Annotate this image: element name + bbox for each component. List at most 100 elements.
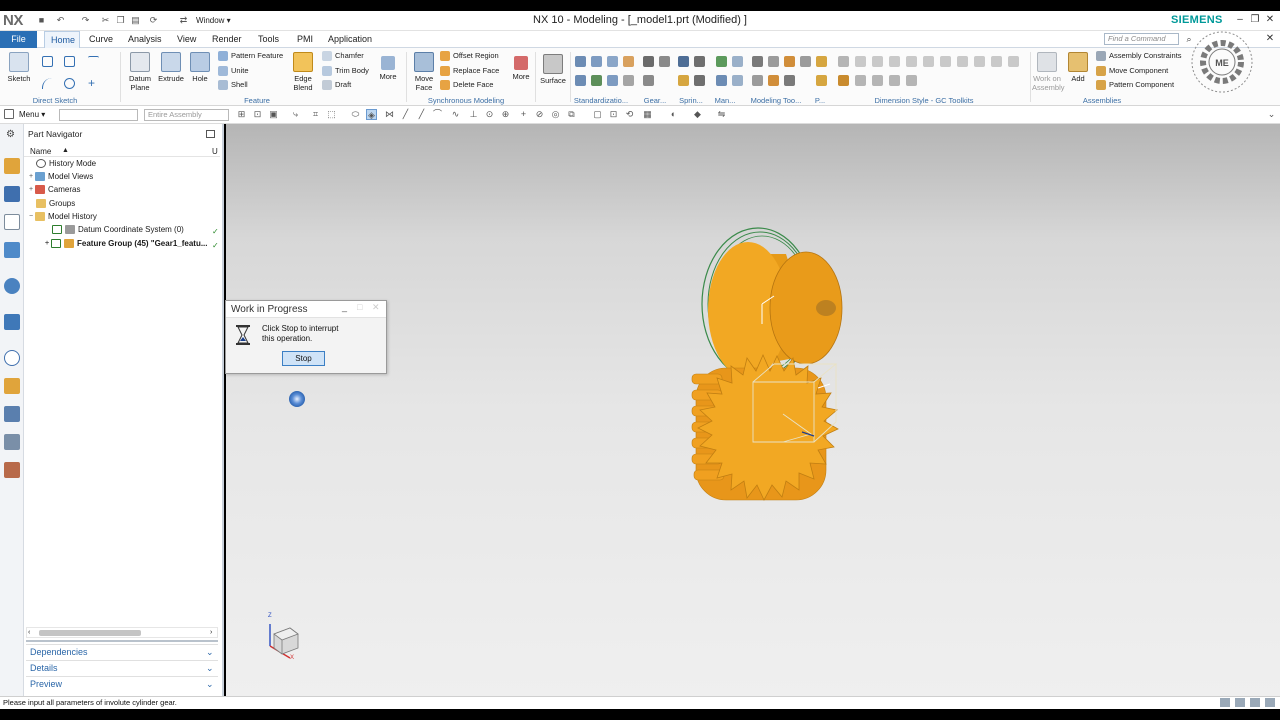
menu-button[interactable]: Menu ▾ [19,108,45,121]
dimension-style-icon[interactable] [838,56,849,67]
fit-view-icon[interactable]: ▢ [592,109,603,120]
manufacturing-wizards-icon[interactable] [4,434,20,450]
scroll-right-icon[interactable]: › [210,629,212,636]
chamfer-button[interactable]: Chamfer [322,50,364,62]
tab-file[interactable]: File [0,31,37,48]
dimension-style-icon[interactable] [889,56,900,67]
selection-filter-icon[interactable]: ⊡ [252,109,263,120]
details-panel[interactable]: Details ⌄ [26,660,218,675]
modeling-tool-icon[interactable] [768,75,779,86]
snap-icon[interactable]: ⬭ [350,109,361,120]
rotate-icon[interactable]: ⟲ [624,109,635,120]
tree-row[interactable]: Groups [24,197,218,210]
collapse-icon[interactable]: − [27,210,35,223]
minimize-icon[interactable]: _ [342,302,347,312]
chevron-down-icon[interactable]: ⌄ [1266,109,1277,120]
dimension-style-icon[interactable] [923,56,934,67]
offset-region-button[interactable]: Offset Region [440,50,499,62]
tab-application[interactable]: Application [322,31,378,48]
system-materials-icon[interactable] [4,378,20,394]
pattern-feature-button[interactable]: Pattern Feature [218,50,283,62]
type-filter-dropdown[interactable] [59,109,138,121]
zoom-icon[interactable]: ⊡ [608,109,619,120]
assembly-navigator-icon[interactable] [4,158,20,174]
tree-row[interactable]: + Feature Group (45) "Gear1_featu... [24,237,218,250]
snap-point-icon[interactable]: ◎ [550,109,561,120]
orient-view-icon[interactable]: ▦ [642,109,653,120]
move-face-button[interactable]: Move Face [410,52,438,92]
draft-button[interactable]: Draft [322,79,351,91]
modeling-tool-icon[interactable] [800,56,811,67]
tab-analysis[interactable]: Analysis [122,31,168,48]
gear-settings-icon[interactable]: ⚙ [6,129,15,140]
snap-icon[interactable]: ⋈ [384,109,395,120]
manufacturing-tool-icon[interactable] [732,75,743,86]
tree-row[interactable]: + Model Views [24,170,218,183]
standardization-icon[interactable] [607,75,618,86]
snap-point-icon[interactable]: ⊘ [534,109,545,120]
modeling-tool-icon[interactable] [752,75,763,86]
work-layer-icon[interactable]: ⇋ [716,109,727,120]
selection-filter-icon[interactable]: ⬚ [326,109,337,120]
selection-filter-icon[interactable]: ⤷ [290,109,301,120]
modeling-tool-icon[interactable] [784,75,795,86]
gear-tool-icon[interactable] [659,56,670,67]
dependencies-panel[interactable]: Dependencies ⌄ [26,644,218,659]
standardization-icon[interactable] [607,56,618,67]
tree-row[interactable]: Datum Coordinate System (0) [24,223,218,236]
tab-curve[interactable]: Curve [83,31,119,48]
profile-icon[interactable] [42,56,53,67]
reuse-library-icon[interactable] [4,242,20,258]
replace-face-button[interactable]: Replace Face [440,65,499,77]
add-component-button[interactable]: Add [1066,52,1090,83]
modeling-tool-icon[interactable] [752,56,763,67]
checkbox-icon[interactable] [52,225,62,235]
pattern-component-button[interactable]: Pattern Component [1096,79,1174,91]
dimension-style-icon[interactable] [872,56,883,67]
line-icon[interactable] [88,56,99,67]
name-column-header[interactable]: Name [30,147,51,156]
unite-button[interactable]: Unite [218,65,249,77]
process-studio-icon[interactable] [4,406,20,422]
maximize-panel-icon[interactable] [206,130,215,138]
tab-pmi[interactable]: PMI [291,31,319,48]
history-icon[interactable] [4,350,20,366]
tree-row[interactable]: History Mode [24,157,218,170]
part-navigator-icon[interactable] [4,214,20,230]
standardization-icon[interactable] [575,75,586,86]
web-browser-icon[interactable] [4,314,20,330]
dimension-style-icon[interactable] [889,75,900,86]
tab-view[interactable]: View [171,31,202,48]
snap-point-icon[interactable]: ⧉ [566,109,577,120]
dimension-style-icon[interactable] [906,75,917,86]
modeling-tool-icon[interactable] [784,56,795,67]
dimension-style-icon[interactable] [991,56,1002,67]
standardization-icon[interactable] [575,56,586,67]
expand-icon[interactable]: + [27,170,35,183]
selection-scope-dropdown[interactable]: Entire Assembly [144,109,229,121]
checkbox-icon[interactable] [51,239,61,249]
tree-row[interactable]: + Cameras [24,183,218,196]
rectangle-icon[interactable] [64,56,75,67]
stop-button[interactable]: Stop [282,351,325,366]
work-on-assembly-button[interactable]: Work on Assembly [1032,52,1065,92]
trim-body-button[interactable]: Trim Body [322,65,369,77]
gear-tool-icon[interactable] [643,75,654,86]
render-style-icon[interactable]: ◐ [668,109,679,120]
hd3d-tools-icon[interactable] [4,278,20,294]
spring-tool-icon[interactable] [678,56,689,67]
command-search-input[interactable]: Find a Command [1104,33,1179,45]
tab-render[interactable]: Render [206,31,248,48]
arc-icon[interactable] [42,78,53,89]
dimension-style-icon[interactable] [838,75,849,86]
snap-point-icon[interactable]: ╱ [416,109,427,120]
standardization-icon[interactable] [591,56,602,67]
modeling-tool-icon[interactable] [768,56,779,67]
spring-tool-icon[interactable] [694,75,705,86]
horizontal-scrollbar[interactable]: ‹ › [26,627,218,638]
snap-point-icon[interactable]: ∿ [450,109,461,120]
dimension-style-icon[interactable] [957,56,968,67]
snap-point-icon[interactable]: ⊥ [468,109,479,120]
status-indicator-icon[interactable] [1235,698,1245,707]
tab-home[interactable]: Home [44,31,80,48]
